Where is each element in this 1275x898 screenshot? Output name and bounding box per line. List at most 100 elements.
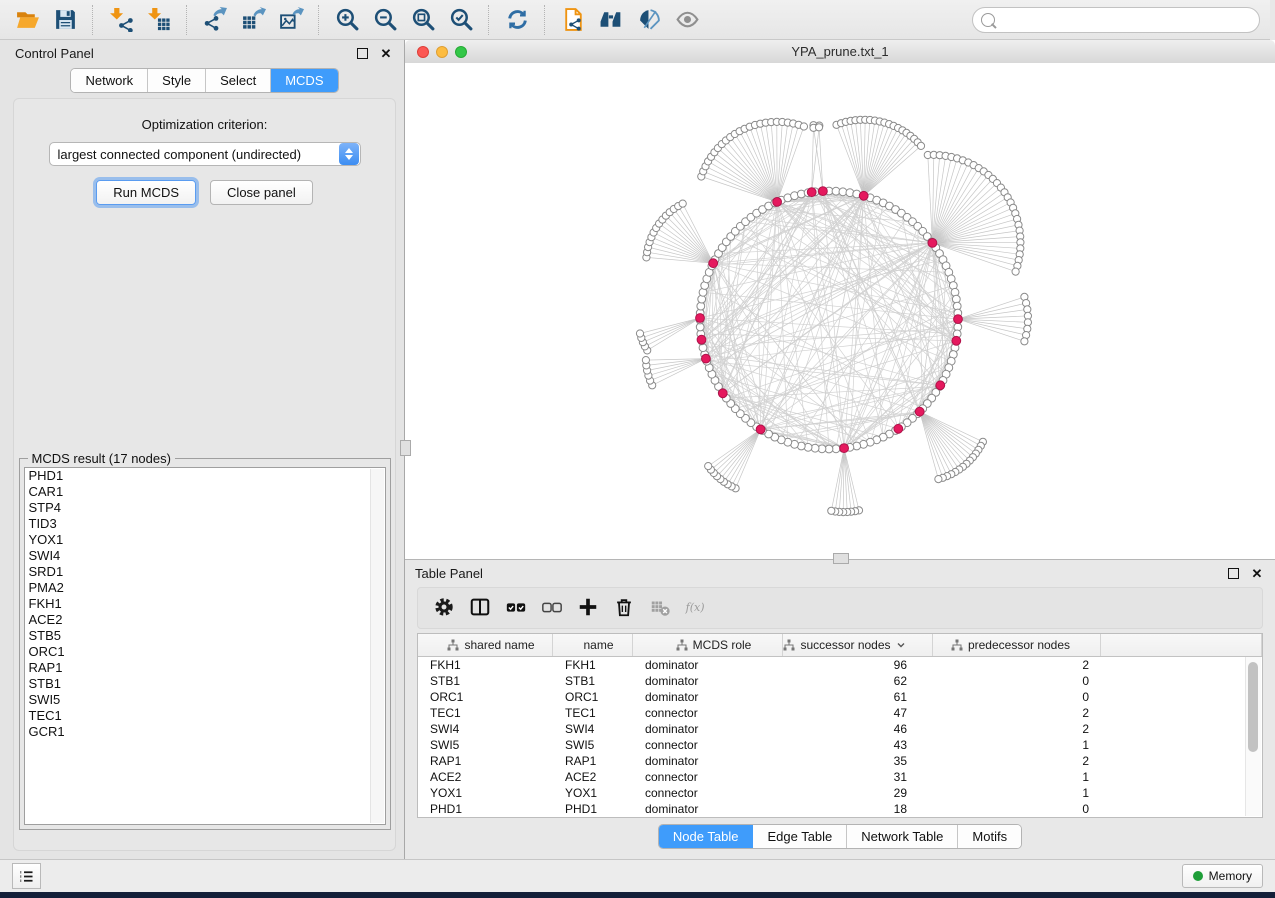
- vertical-splitter-handle[interactable]: [400, 440, 411, 456]
- import-network-button[interactable]: [104, 4, 138, 36]
- table-cell[interactable]: 2: [933, 705, 1101, 721]
- table-cell[interactable]: PHD1: [418, 801, 553, 817]
- table-row[interactable]: SWI5SWI5connector431: [418, 737, 1262, 753]
- zoom-in-button[interactable]: [330, 4, 364, 36]
- table-cell[interactable]: 2: [933, 721, 1101, 737]
- import-table-button[interactable]: [142, 4, 176, 36]
- mcds-result-node[interactable]: PMA2: [25, 580, 385, 596]
- table-cell[interactable]: 1: [933, 769, 1101, 785]
- table-cell[interactable]: RAP1: [553, 753, 633, 769]
- table-cell[interactable]: dominator: [633, 753, 783, 769]
- float-table-panel-icon[interactable]: [1225, 565, 1241, 581]
- mcds-result-node[interactable]: SWI5: [25, 692, 385, 708]
- float-panel-icon[interactable]: [354, 45, 370, 61]
- table-cell[interactable]: connector: [633, 737, 783, 753]
- delete-column-button[interactable]: [606, 591, 642, 625]
- criterion-dropdown[interactable]: largest connected component (undirected): [49, 142, 361, 166]
- table-cell[interactable]: 0: [933, 689, 1101, 705]
- zoom-selected-button[interactable]: [444, 4, 478, 36]
- table-scrollbar[interactable]: [1245, 657, 1261, 816]
- table-cell[interactable]: connector: [633, 769, 783, 785]
- export-network-button[interactable]: [198, 4, 232, 36]
- table-cell[interactable]: PHD1: [553, 801, 633, 817]
- table-row[interactable]: FKH1FKH1dominator962: [418, 657, 1262, 673]
- table-cell[interactable]: ORC1: [418, 689, 553, 705]
- table-cell[interactable]: ACE2: [418, 769, 553, 785]
- hide-graphics-details-button[interactable]: [632, 4, 666, 36]
- task-history-button[interactable]: [12, 863, 41, 889]
- mcds-result-list[interactable]: PHD1CAR1STP4TID3YOX1SWI4SRD1PMA2FKH1ACE2…: [24, 467, 386, 825]
- table-cell[interactable]: dominator: [633, 657, 783, 673]
- settings-gear-button[interactable]: [426, 591, 462, 625]
- table-row[interactable]: ORC1ORC1dominator610: [418, 689, 1262, 705]
- mcds-result-node[interactable]: STP4: [25, 500, 385, 516]
- result-list-scrollbar[interactable]: [370, 469, 384, 823]
- table-cell[interactable]: 47: [783, 705, 933, 721]
- table-cell[interactable]: 0: [933, 673, 1101, 689]
- run-mcds-button[interactable]: Run MCDS: [96, 180, 196, 205]
- save-session-button[interactable]: [48, 4, 82, 36]
- mcds-result-node[interactable]: FKH1: [25, 596, 385, 612]
- table-cell[interactable]: connector: [633, 705, 783, 721]
- table-tab-edge-table[interactable]: Edge Table: [753, 825, 847, 848]
- mcds-result-node[interactable]: PHD1: [25, 468, 385, 484]
- table-cell[interactable]: ORC1: [553, 689, 633, 705]
- table-cell[interactable]: dominator: [633, 673, 783, 689]
- table-cell[interactable]: FKH1: [418, 657, 553, 673]
- network-canvas[interactable]: [405, 63, 1275, 559]
- table-cell[interactable]: ACE2: [553, 769, 633, 785]
- table-row[interactable]: STB1STB1dominator620: [418, 673, 1262, 689]
- table-cell[interactable]: 61: [783, 689, 933, 705]
- tab-select[interactable]: Select: [206, 69, 271, 92]
- mcds-result-node[interactable]: STB5: [25, 628, 385, 644]
- select-all-checkboxes-button[interactable]: [498, 591, 534, 625]
- table-cell[interactable]: SWI4: [553, 721, 633, 737]
- table-cell[interactable]: TEC1: [418, 705, 553, 721]
- table-cell[interactable]: 1: [933, 785, 1101, 801]
- split-view-button[interactable]: [462, 591, 498, 625]
- table-tab-node-table[interactable]: Node Table: [659, 825, 754, 848]
- deselect-all-checkboxes-button[interactable]: [534, 591, 570, 625]
- table-cell[interactable]: 31: [783, 769, 933, 785]
- memory-button[interactable]: Memory: [1182, 864, 1263, 888]
- table-cell[interactable]: 29: [783, 785, 933, 801]
- zoom-out-button[interactable]: [368, 4, 402, 36]
- table-cell[interactable]: 0: [933, 801, 1101, 817]
- table-row[interactable]: SWI4SWI4dominator462: [418, 721, 1262, 737]
- table-scrollbar-thumb[interactable]: [1248, 662, 1258, 752]
- table-cell[interactable]: STB1: [418, 673, 553, 689]
- column-header-name[interactable]: name: [553, 634, 633, 656]
- mcds-result-node[interactable]: GCR1: [25, 724, 385, 740]
- mcds-result-node[interactable]: ORC1: [25, 644, 385, 660]
- column-header-shared-name[interactable]: shared name: [418, 634, 553, 656]
- table-cell[interactable]: SWI5: [418, 737, 553, 753]
- zoom-fit-button[interactable]: [406, 4, 440, 36]
- mcds-result-node[interactable]: CAR1: [25, 484, 385, 500]
- table-tab-motifs[interactable]: Motifs: [958, 825, 1021, 848]
- column-header-predecessor-nodes[interactable]: predecessor nodes: [933, 634, 1101, 656]
- table-cell[interactable]: RAP1: [418, 753, 553, 769]
- mcds-result-node[interactable]: TID3: [25, 516, 385, 532]
- column-header-successor-nodes[interactable]: successor nodes: [783, 634, 933, 656]
- close-panel-icon[interactable]: ✕: [378, 45, 394, 61]
- table-cell[interactable]: FKH1: [553, 657, 633, 673]
- table-cell[interactable]: 2: [933, 753, 1101, 769]
- show-graphics-details-button[interactable]: [670, 4, 704, 36]
- mcds-result-node[interactable]: STB1: [25, 676, 385, 692]
- export-network-doc-button[interactable]: [556, 4, 590, 36]
- column-header-MCDS-role[interactable]: MCDS role: [633, 634, 783, 656]
- table-row[interactable]: YOX1YOX1connector291: [418, 785, 1262, 801]
- table-cell[interactable]: dominator: [633, 689, 783, 705]
- mcds-result-node[interactable]: SWI4: [25, 548, 385, 564]
- close-panel-button[interactable]: Close panel: [210, 180, 313, 205]
- table-tab-network-table[interactable]: Network Table: [847, 825, 958, 848]
- table-cell[interactable]: 2: [933, 657, 1101, 673]
- refresh-layout-button[interactable]: [500, 4, 534, 36]
- mcds-result-node[interactable]: RAP1: [25, 660, 385, 676]
- table-cell[interactable]: 96: [783, 657, 933, 673]
- table-cell[interactable]: 46: [783, 721, 933, 737]
- mcds-result-node[interactable]: TEC1: [25, 708, 385, 724]
- close-table-panel-icon[interactable]: ✕: [1249, 565, 1265, 581]
- table-cell[interactable]: connector: [633, 785, 783, 801]
- table-row[interactable]: PHD1PHD1dominator180: [418, 801, 1262, 817]
